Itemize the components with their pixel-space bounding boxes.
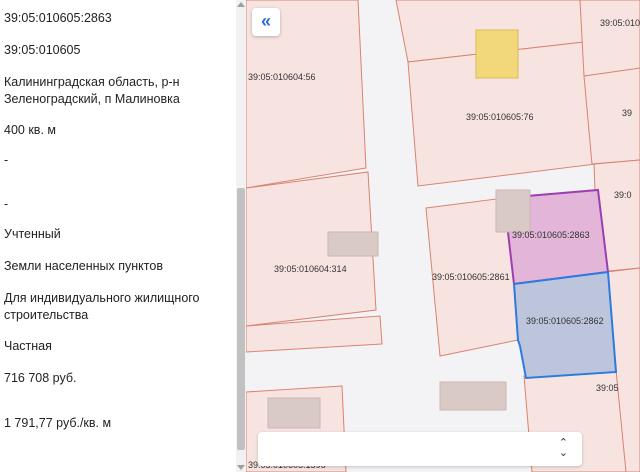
parcel-label: 39:05:010605:76 xyxy=(466,112,534,122)
scrollbar-thumb[interactable] xyxy=(237,188,245,450)
parcel-label: 39:05:010604:56 xyxy=(248,72,316,82)
building-3 xyxy=(439,381,507,411)
select-arrows-icon: ⌃ ⌄ xyxy=(558,438,568,459)
building-yellow xyxy=(475,29,519,79)
cadastral-number: 39:05:010605:2863 xyxy=(4,11,112,25)
building-2 xyxy=(495,189,531,233)
parcel-label: 39 xyxy=(622,108,633,118)
building-1 xyxy=(327,231,379,257)
parcel-label: 39:05:010605 xyxy=(600,18,640,28)
building-4 xyxy=(267,397,321,429)
parcel-label-selected: 39:05:010605:2863 xyxy=(512,230,590,240)
panel-scrollbar[interactable] xyxy=(236,0,246,472)
scroll-down-arrow-icon[interactable] xyxy=(237,465,245,470)
parcel-label: 39:05:010604:314 xyxy=(274,264,347,274)
permitted-use: Для индивидуального жилищного строительс… xyxy=(4,291,200,322)
empty-field-1: - xyxy=(4,153,9,167)
parcel-label: 39:05:010605:2861 xyxy=(432,272,510,282)
info-panel: 39:05:010605:2863 39:05:010605 Калинингр… xyxy=(0,0,236,472)
double-chevron-left-icon: « xyxy=(260,11,271,31)
cadastral-map[interactable]: 39:05:010604:56 39:05:010605:76 39:05:01… xyxy=(246,0,640,472)
price-per-m2: 1 791,77 руб./кв. м xyxy=(4,416,112,430)
layer-select[interactable]: ⌃ ⌄ xyxy=(258,432,582,466)
parcel-label: 39:05:010605:2862 xyxy=(526,316,604,326)
chevron-down-icon: ⌄ xyxy=(558,447,568,459)
collapse-panel-button[interactable]: « xyxy=(252,8,280,36)
empty-field-2: - xyxy=(4,197,9,211)
area: 400 кв. м xyxy=(4,123,56,137)
status: Учтенный xyxy=(4,227,61,241)
parcel-label: 39:0 xyxy=(614,190,632,200)
parcel-label: 39:05 xyxy=(596,383,619,393)
scroll-up-arrow-icon[interactable] xyxy=(237,2,245,7)
ownership: Частная xyxy=(4,339,52,353)
address: Калининградская область, р-н Зеленоградс… xyxy=(4,75,180,106)
parcel-east-1[interactable] xyxy=(579,0,640,77)
cadastral-value: 716 708 руб. xyxy=(4,371,77,385)
cadastral-quarter: 39:05:010605 xyxy=(4,43,81,57)
land-category: Земли населенных пунктов xyxy=(4,259,163,273)
